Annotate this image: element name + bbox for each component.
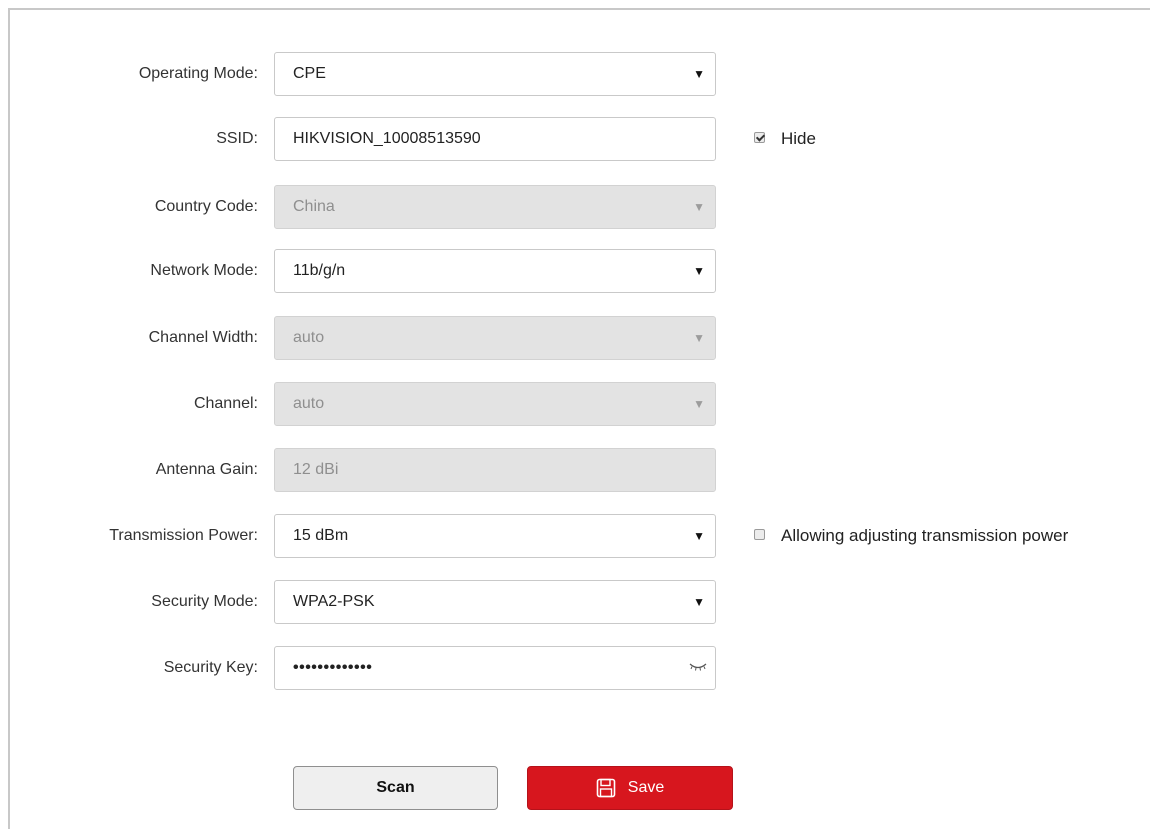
channel-width-select: auto ▼ (274, 316, 716, 360)
network-mode-value: 11b/g/n (293, 262, 346, 279)
transmission-power-select[interactable]: 15 dBm ▼ (274, 514, 716, 558)
antenna-gain-value: 12 dBi (293, 461, 339, 478)
adjust-power-label: Allowing adjusting transmission power (781, 526, 1069, 545)
antenna-gain-input: 12 dBi (274, 448, 716, 492)
hide-checkbox-icon[interactable] (754, 132, 765, 144)
dropdown-arrow-icon: ▼ (693, 67, 705, 81)
channel-value: auto (293, 395, 325, 412)
operating-mode-value: CPE (293, 65, 326, 82)
dropdown-arrow-icon: ▼ (693, 397, 705, 411)
channel-width-row: Channel Width: auto ▼ (0, 316, 1150, 360)
network-mode-label: Network Mode: (150, 262, 258, 279)
network-mode-row: Network Mode: 11b/g/n ▼ (0, 249, 1150, 293)
channel-label: Channel: (193, 395, 258, 412)
ssid-label: SSID: (216, 130, 258, 147)
network-mode-select[interactable]: 11b/g/n ▼ (274, 249, 716, 293)
security-key-input[interactable]: ••••••••••••• (274, 646, 716, 690)
security-key-row: Security Key: ••••••••••••• (0, 646, 1150, 690)
channel-width-label: Channel Width: (148, 329, 258, 346)
dropdown-arrow-icon: ▼ (693, 595, 705, 609)
security-key-value: ••••••••••••• (293, 659, 373, 676)
save-button[interactable]: Save (527, 766, 733, 810)
scan-button[interactable]: Scan (293, 766, 498, 810)
ssid-value: HIKVISION_10008513590 (293, 130, 481, 147)
operating-mode-row: Operating Mode: CPE ▼ (0, 52, 1150, 96)
dropdown-arrow-icon: ▼ (693, 331, 705, 345)
security-mode-label: Security Mode: (151, 593, 258, 610)
country-code-row: Country Code: China ▼ (0, 185, 1150, 229)
hide-label: Hide (781, 129, 816, 148)
save-button-label: Save (627, 779, 665, 796)
channel-row: Channel: auto ▼ (0, 382, 1150, 426)
eye-closed-icon[interactable] (689, 662, 707, 672)
country-code-value: China (293, 198, 335, 215)
dropdown-arrow-icon: ▼ (693, 529, 705, 543)
dropdown-arrow-icon: ▼ (693, 264, 705, 278)
antenna-gain-label: Antenna Gain: (155, 461, 258, 478)
hide-ssid-option[interactable]: Hide (754, 117, 816, 161)
transmission-power-label: Transmission Power: (109, 527, 258, 544)
security-key-label: Security Key: (163, 659, 258, 676)
adjust-power-checkbox-icon[interactable] (754, 529, 765, 541)
ssid-input[interactable]: HIKVISION_10008513590 (274, 117, 716, 161)
antenna-gain-row: Antenna Gain: 12 dBi (0, 448, 1150, 492)
floppy-disk-icon (596, 778, 616, 798)
ssid-row: SSID: HIKVISION_10008513590 Hide (0, 117, 1150, 161)
channel-width-value: auto (293, 329, 325, 346)
operating-mode-label: Operating Mode: (138, 65, 258, 82)
transmission-power-row: Transmission Power: 15 dBm ▼ Allowing ad… (0, 514, 1150, 558)
transmission-power-value: 15 dBm (293, 527, 349, 544)
scan-button-label: Scan (376, 779, 415, 796)
channel-select: auto ▼ (274, 382, 716, 426)
security-mode-row: Security Mode: WPA2-PSK ▼ (0, 580, 1150, 624)
country-code-label: Country Code: (154, 198, 258, 215)
operating-mode-select[interactable]: CPE ▼ (274, 52, 716, 96)
dropdown-arrow-icon: ▼ (693, 200, 705, 214)
security-mode-value: WPA2-PSK (293, 593, 375, 610)
security-mode-select[interactable]: WPA2-PSK ▼ (274, 580, 716, 624)
adjust-power-option[interactable]: Allowing adjusting transmission power (754, 514, 1068, 558)
country-code-select: China ▼ (274, 185, 716, 229)
